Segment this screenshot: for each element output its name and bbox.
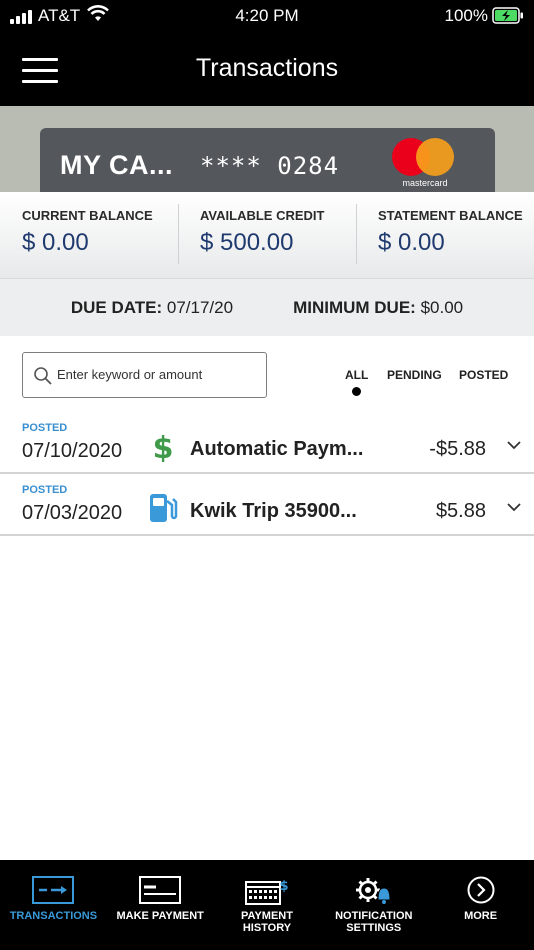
- gas-pump-icon: [150, 494, 178, 522]
- tab-bar: TRANSACTIONS MAKE PAYMENT $ PAYMENT HIST…: [0, 860, 534, 950]
- notification-settings-icon: [355, 878, 391, 904]
- current-balance: CURRENT BALANCE $ 0.00: [0, 192, 178, 278]
- available-credit: AVAILABLE CREDIT $ 500.00: [178, 192, 356, 278]
- battery-charging-icon: [492, 7, 523, 24]
- card-number: **** 0284: [200, 152, 340, 180]
- transaction-date: 07/03/2020: [22, 502, 123, 524]
- chevron-down-icon[interactable]: [506, 440, 522, 450]
- credit-card[interactable]: MY CA... **** 0284 mastercard: [40, 128, 495, 192]
- transaction-description: Kwik Trip 35900...: [190, 500, 357, 522]
- card-brand: mastercard: [402, 178, 448, 188]
- svg-text:$: $: [279, 879, 288, 894]
- tab-label-text: PAYMENT HISTORY: [241, 910, 293, 934]
- filter-all[interactable]: ALL: [345, 368, 368, 382]
- tab-label: TRANSACTIONS: [9, 910, 98, 922]
- card-area: MY CA... **** 0284 mastercard: [0, 106, 534, 192]
- battery-percent: 100%: [444, 6, 488, 25]
- due-date-label: DUE DATE:: [70, 297, 163, 317]
- minimum-due: MINIMUM DUE: $0.00: [293, 298, 463, 318]
- chevron-down-icon[interactable]: [506, 502, 522, 512]
- balance-value: $ 0.00: [22, 229, 89, 256]
- search-input[interactable]: Enter keyword or amount: [22, 352, 267, 398]
- transaction-row[interactable]: POSTED 07/10/2020 $ Automatic Paym... -$…: [0, 412, 534, 474]
- page-title: Transactions: [195, 54, 339, 82]
- minimum-due-value: $0.00: [420, 297, 464, 317]
- tab-label: MAKE PAYMENT: [116, 910, 204, 922]
- make-payment-icon: [139, 876, 182, 904]
- card-name: MY CA...: [60, 150, 174, 180]
- minimum-due-label: MINIMUM DUE:: [293, 297, 416, 317]
- due-date-value: 07/17/20: [166, 297, 234, 317]
- transaction-status: POSTED: [22, 422, 68, 434]
- balance-label: STATEMENT BALANCE: [378, 208, 523, 223]
- nav-bar: Transactions: [0, 34, 534, 106]
- balance-summary: CURRENT BALANCE $ 0.00 AVAILABLE CREDIT …: [0, 192, 534, 278]
- balance-label: CURRENT BALANCE: [22, 208, 153, 223]
- balance-value: $ 0.00: [378, 229, 445, 256]
- transaction-description: Automatic Paym...: [190, 438, 364, 460]
- svg-text:$: $: [153, 431, 174, 462]
- payment-history-icon: $: [244, 879, 289, 905]
- due-info-bar: DUE DATE: 07/17/20 MINIMUM DUE: $0.00: [0, 278, 534, 336]
- tab-notification-settings[interactable]: NOTIFICATION SETTINGS: [320, 860, 427, 950]
- transaction-date: 07/10/2020: [22, 440, 123, 462]
- transaction-amount: -$5.88: [429, 438, 486, 460]
- tab-make-payment[interactable]: MAKE PAYMENT: [107, 860, 214, 950]
- due-date: DUE DATE: 07/17/20: [71, 298, 233, 318]
- tab-label: NOTIFICATION SETTINGS: [320, 910, 427, 934]
- tab-transactions[interactable]: TRANSACTIONS: [0, 860, 107, 950]
- tab-label: MORE: [464, 910, 498, 922]
- filter-pending[interactable]: PENDING: [387, 368, 442, 382]
- search-placeholder: Enter keyword or amount: [57, 367, 203, 382]
- tab-more[interactable]: MORE: [427, 860, 534, 950]
- tab-payment-history[interactable]: $ PAYMENT HISTORY: [214, 860, 321, 950]
- filter-posted[interactable]: POSTED: [459, 368, 508, 382]
- balance-value: $ 500.00: [200, 229, 294, 256]
- transaction-status: POSTED: [22, 484, 68, 496]
- transaction-amount: $5.88: [435, 500, 486, 522]
- transactions-icon: [32, 876, 75, 904]
- chevron-right-circle-icon: [467, 876, 495, 904]
- dollar-icon: $: [153, 431, 174, 462]
- transaction-row[interactable]: POSTED 07/03/2020 Kwik Trip 35900... $5.…: [0, 474, 534, 536]
- search-icon: [34, 367, 52, 385]
- tab-label: PAYMENT HISTORY: [214, 910, 321, 934]
- statement-balance: STATEMENT BALANCE $ 0.00: [356, 192, 534, 278]
- tab-label-text: NOTIFICATION SETTINGS: [335, 910, 413, 934]
- selected-filter-indicator: [352, 387, 361, 396]
- mastercard-logo-icon: mastercard: [392, 136, 458, 188]
- status-bar: AT&T 4:20 PM 100%: [0, 0, 534, 34]
- balance-label: AVAILABLE CREDIT: [200, 208, 325, 223]
